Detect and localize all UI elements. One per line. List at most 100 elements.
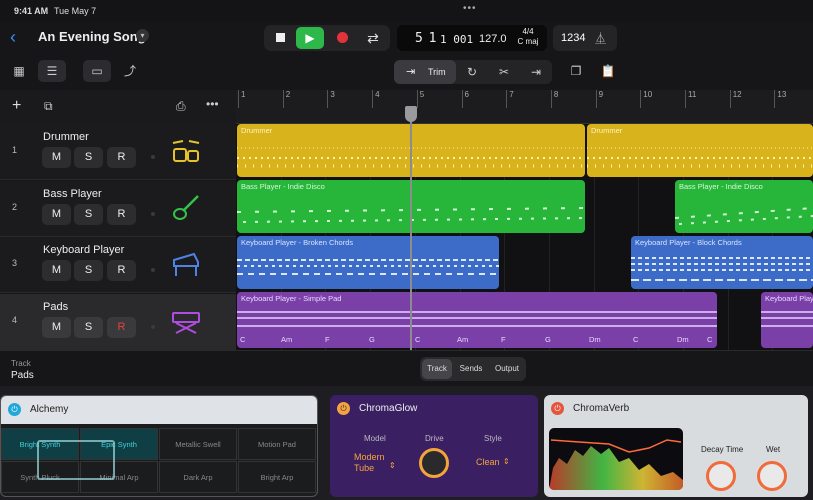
timeline-ruler[interactable]: 1 2 3 4 5 6 7 8 9 10 11 12 13 [236,90,813,124]
tab-output[interactable]: Output [489,359,525,379]
mute-button[interactable]: M [42,316,71,338]
split-icon[interactable]: ⇥ [522,61,550,83]
import-icon[interactable]: ⎙ [176,99,186,114]
song-title[interactable]: An Evening Song [38,29,146,44]
ruler-bar-label: 4 [372,90,380,108]
chord-label: Am [457,335,469,344]
wet-label: Wet [766,445,781,454]
status-date: Tue May 7 [54,6,97,16]
ruler-bar-label: 9 [595,90,603,108]
chevron-down-icon[interactable]: ▾ [136,29,149,42]
stop-button[interactable] [266,27,294,49]
loop-icon[interactable]: ↻ [458,61,486,83]
power-icon[interactable]: ⏻ [8,403,21,416]
mute-button[interactable]: M [42,260,71,281]
trim-button[interactable]: ⇥ Trim [394,60,456,84]
tab-track[interactable]: Track [422,359,452,379]
cycle-button[interactable]: ⇄ [359,27,387,49]
xy-cursor[interactable] [37,440,115,480]
alchemy-pad[interactable]: Motion Pad [238,428,316,460]
playhead-handle[interactable] [405,106,417,122]
wet-knob[interactable] [757,461,787,491]
alchemy-pad[interactable]: Bright Arp [238,461,316,493]
keys-region[interactable]: Keyboard Player - Broken Chords [237,236,499,289]
record-enable-button[interactable]: R [107,203,136,225]
arrangement-area[interactable]: Drummer Drummer Bass Player - Indie Disc… [236,124,813,350]
more-icon[interactable]: ••• [206,97,219,111]
copy-icon[interactable]: ❐ [562,60,590,82]
inspector-bar: Track Pads Track Sends Output [0,350,813,386]
record-button[interactable] [328,27,356,49]
add-track-icon[interactable]: + [12,97,21,115]
model-select[interactable]: Modern Tube [354,452,385,474]
solo-button[interactable]: S [74,147,103,168]
pads-region[interactable]: Keyboard Play [761,292,813,348]
piano-icon[interactable] [170,248,202,280]
power-icon[interactable]: ⏻ [337,402,350,415]
chord-label: C [633,335,639,344]
reverb-display[interactable] [549,428,683,490]
playhead-line [410,118,412,350]
chromaglow-plugin: ⏻ ChromaGlow Model Modern Tube ⇕ Drive S… [330,395,538,497]
keys-region[interactable]: Keyboard Player - Block Chords [631,236,813,289]
ruler-bar-label: 8 [550,90,558,108]
bass-region[interactable]: Bass Player - Indie Disco [675,180,813,233]
track-header-toolbar: + ⧉ ⎙ ••• [0,90,236,124]
solo-button[interactable]: S [74,203,103,225]
ruler-bar-label: 11 [685,90,696,108]
track-header[interactable]: 4 Pads M S R [0,293,236,350]
scissors-icon[interactable]: ✂ [490,61,518,83]
track-indicator-dot [151,324,155,329]
tool-bar: ▦ ☰ ▭ ⤴ ⇥ Trim ↻ ✂ ⇥ ❐ 📋 [0,58,813,86]
region-box-icon[interactable]: ▭ [83,60,111,82]
drive-knob[interactable] [419,448,449,478]
power-icon[interactable]: ⏻ [551,402,564,415]
region-label: Keyboard Play [765,294,813,303]
track-name: Pads [43,300,69,313]
decay-knob[interactable] [706,461,736,491]
drummer-region[interactable]: Drummer [587,124,813,177]
automation-icon[interactable]: ⤴ [116,60,144,82]
track-name: Keyboard Player [43,244,125,256]
play-button[interactable]: ▶ [296,27,324,49]
bass-guitar-icon[interactable] [170,192,202,224]
chromaverb-header: ⏻ ChromaVerb [544,395,808,423]
chord-label: G [369,335,375,344]
mute-button[interactable]: M [42,203,71,225]
record-enable-button[interactable]: R [107,316,136,338]
drive-label: Drive [425,434,444,443]
synth-icon[interactable] [170,305,202,337]
pads-notes [237,311,717,327]
metronome-icon[interactable]: ⏅ [595,30,606,46]
pads-region[interactable]: Keyboard Player - Simple Pad C Am F G C Am F G D… [237,292,717,348]
paste-icon[interactable]: 📋 [594,60,622,82]
duplicate-track-icon[interactable]: ⧉ [44,99,53,114]
alchemy-pad[interactable]: Dark Arp [159,461,237,493]
track-header[interactable]: 3 Keyboard Player M S R [0,237,236,293]
count-in-button[interactable]: 1234 [561,32,585,44]
lcd-display[interactable]: 5 1 1 001 127.0 4/4 C maj [397,25,547,51]
back-chevron-icon[interactable]: ‹ [10,27,16,48]
solo-button[interactable]: S [74,316,103,338]
tracks-view-icon[interactable]: ☰ [38,60,66,82]
lcd-position-ticks: 1 001 [440,33,474,46]
multitask-dots-icon[interactable]: ••• [463,3,477,14]
grid-view-icon[interactable]: ▦ [5,60,33,82]
inspector-tabs: Track Sends Output [420,357,526,381]
chord-label: F [501,335,506,344]
record-enable-button[interactable]: R [107,260,136,281]
alchemy-pad[interactable]: Metallic Swell [159,428,237,460]
chord-label: C [707,335,713,344]
track-header[interactable]: 2 Bass Player M S R [0,180,236,237]
record-enable-button[interactable]: R [107,147,136,168]
tab-sends[interactable]: Sends [454,359,488,379]
bass-notes [675,207,813,225]
play-icon: ▶ [305,31,315,45]
solo-button[interactable]: S [74,260,103,281]
chevron-updown-icon: ⇕ [389,461,396,470]
ruler-bar-label: 12 [729,90,742,108]
drum-kit-icon[interactable] [170,135,202,167]
style-select[interactable]: Clean [476,457,500,467]
track-header[interactable]: 1 Drummer M S R [0,124,236,180]
mute-button[interactable]: M [42,147,71,168]
